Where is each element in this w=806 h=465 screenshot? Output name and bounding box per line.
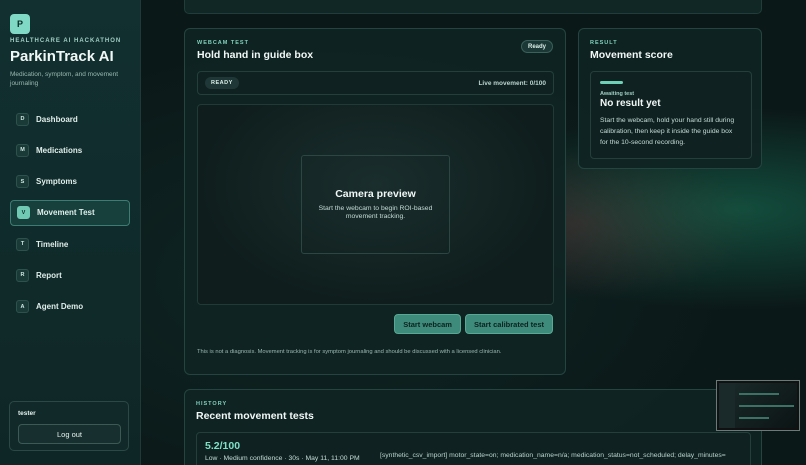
list-item[interactable]: 5.2/100 Low · Medium confidence · 30s · … xyxy=(196,432,751,465)
report-icon: R xyxy=(16,268,29,282)
sidebar-item-label: Dashboard xyxy=(36,114,78,124)
app-logo: P xyxy=(10,14,30,34)
webcam-title: Hold hand in guide box xyxy=(197,49,314,61)
sidebar-item-agent-demo[interactable]: A Agent Demo xyxy=(10,294,130,320)
guide-box: Camera preview Start the webcam to begin… xyxy=(301,155,450,254)
movement-test-icon: V xyxy=(17,206,30,220)
sidebar-item-label: Symptoms xyxy=(36,177,77,187)
screen-preview-thumbnail[interactable] xyxy=(716,380,800,431)
sidebar-item-label: Medications xyxy=(36,145,83,155)
result-panel: RESULT Movement score Awaiting test No r… xyxy=(578,28,762,169)
sidebar: P HEALTHCARE AI HACKATHON ParkinTrack AI… xyxy=(0,0,141,465)
result-description: Start the webcam, hold your hand still d… xyxy=(600,117,735,146)
sidebar-item-label: Timeline xyxy=(36,239,69,249)
disclaimer: This is not a diagnosis. Movement tracki… xyxy=(197,349,502,355)
medications-icon: M xyxy=(16,143,29,157)
user-name: tester xyxy=(18,410,36,417)
sidebar-nav: D Dashboard M Medications S Symptoms V M… xyxy=(10,106,130,320)
preview-subtitle: Start the webcam to begin ROI-based move… xyxy=(318,204,433,221)
history-panel: HISTORY Recent movement tests 5.2/100 Lo… xyxy=(184,389,762,465)
agent-demo-icon: A xyxy=(16,300,29,314)
sidebar-item-report[interactable]: R Report xyxy=(10,262,130,288)
no-result-heading: No result yet xyxy=(600,98,661,109)
thumbnail-sidebar xyxy=(719,383,735,428)
awaiting-label: Awaiting test xyxy=(600,91,635,97)
start-webcam-button[interactable]: Start webcam xyxy=(394,314,461,334)
result-eyebrow: RESULT xyxy=(590,40,618,46)
symptoms-icon: S xyxy=(16,175,29,189)
webcam-actions: Start webcam Start calibrated test xyxy=(394,314,553,334)
thumbnail-line xyxy=(739,393,779,395)
sidebar-item-medications[interactable]: M Medications xyxy=(10,137,130,163)
thumbnail-image xyxy=(719,383,797,428)
sidebar-item-symptoms[interactable]: S Symptoms xyxy=(10,169,130,195)
history-title: Recent movement tests xyxy=(196,410,314,422)
thumbnail-line xyxy=(739,405,794,407)
timeline-icon: T xyxy=(16,237,29,251)
history-eyebrow: HISTORY xyxy=(196,401,228,407)
live-movement-readout: Live movement: 0/100 xyxy=(478,79,546,87)
app-name: ParkinTrack AI xyxy=(10,48,114,65)
result-accent-bar xyxy=(600,81,623,84)
sidebar-item-movement-test[interactable]: V Movement Test xyxy=(10,199,130,226)
result-card: Awaiting test No result yet Start the we… xyxy=(590,71,752,159)
webcam-panel: WEBCAM TEST Hold hand in guide box Ready… xyxy=(184,28,566,375)
history-meta: Low · Medium confidence · 30s · May 11, … xyxy=(205,455,360,462)
logout-button[interactable]: Log out xyxy=(18,424,121,444)
top-panel-edge xyxy=(184,0,762,14)
hackathon-label: HEALTHCARE AI HACKATHON xyxy=(10,38,122,44)
sidebar-item-label: Movement Test xyxy=(37,208,95,218)
result-title: Movement score xyxy=(590,49,673,61)
app-tagline: Medication, symptom, and movement journa… xyxy=(10,71,119,87)
preview-title: Camera preview xyxy=(335,187,416,200)
history-score: 5.2/100 xyxy=(205,440,241,452)
ready-badge: Ready xyxy=(520,40,553,53)
user-box: tester Log out xyxy=(9,401,129,451)
status-bar: READY Live movement: 0/100 xyxy=(197,71,554,95)
camera-preview: Camera preview Start the webcam to begin… xyxy=(197,104,554,305)
sidebar-item-label: Agent Demo xyxy=(36,302,84,312)
sidebar-item-dashboard[interactable]: D Dashboard xyxy=(10,106,130,132)
dashboard-icon: D xyxy=(16,112,29,126)
sidebar-item-timeline[interactable]: T Timeline xyxy=(10,231,130,257)
status-badge: READY xyxy=(205,77,239,89)
webcam-eyebrow: WEBCAM TEST xyxy=(197,40,249,46)
history-log: [synthetic_csv_import] motor_state=on; m… xyxy=(380,452,726,459)
thumbnail-line xyxy=(739,417,769,419)
sidebar-item-label: Report xyxy=(36,270,62,280)
start-calibrated-test-button[interactable]: Start calibrated test xyxy=(464,314,553,334)
